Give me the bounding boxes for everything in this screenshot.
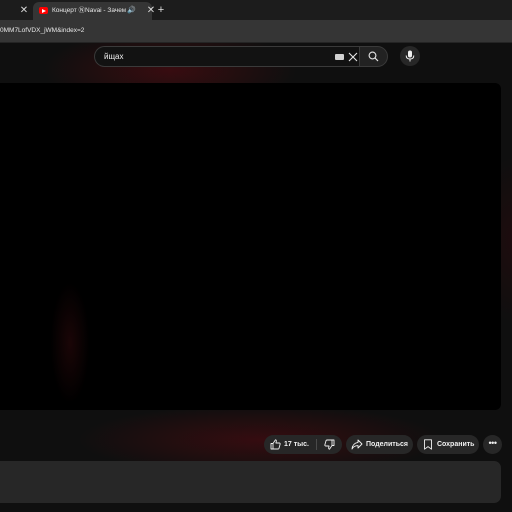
- more-icon: •••: [488, 438, 497, 448]
- new-tab-button[interactable]: +: [155, 4, 167, 16]
- voice-search-button[interactable]: [400, 46, 420, 66]
- video-player[interactable]: [0, 83, 501, 410]
- more-actions-button[interactable]: •••: [483, 435, 502, 454]
- page: ✕ Концерт ⓃNavai - Зачем 🔊 ✕ + 0MM7LofVD…: [0, 0, 512, 512]
- chrome-divider: [0, 42, 512, 43]
- search-input[interactable]: [104, 50, 304, 64]
- browser-tab-active[interactable]: Концерт ⓃNavai - Зачем 🔊 ✕: [33, 2, 155, 20]
- mic-icon: [405, 50, 415, 62]
- search-icon: [368, 51, 379, 62]
- thumbs-down-icon: [324, 439, 335, 450]
- dislike-button[interactable]: [317, 435, 342, 454]
- video-actions: 17 тыс. Поделиться Сохранить •••: [0, 435, 512, 455]
- url-text[interactable]: 0MM7LofVDX_jWM&index=2: [0, 25, 84, 37]
- keyboard-icon[interactable]: [335, 54, 344, 60]
- save-button[interactable]: Сохранить: [417, 435, 479, 454]
- save-label: Сохранить: [437, 441, 475, 448]
- search-button[interactable]: [359, 46, 388, 67]
- search-bar: [94, 46, 394, 67]
- youtube-favicon-icon: [39, 7, 48, 14]
- address-bar[interactable]: 0MM7LofVDX_jWM&index=2: [0, 20, 512, 42]
- like-dislike-group: 17 тыс.: [264, 435, 342, 454]
- share-label: Поделиться: [366, 441, 409, 448]
- like-button[interactable]: 17 тыс.: [264, 435, 316, 454]
- search-box[interactable]: [94, 46, 359, 67]
- thumbs-up-icon: [270, 439, 281, 450]
- save-icon: [424, 439, 432, 450]
- share-button[interactable]: Поделиться: [346, 435, 413, 454]
- like-count: 17 тыс.: [284, 441, 309, 448]
- tab-audio-icon[interactable]: 🔊: [127, 5, 137, 17]
- clear-icon[interactable]: [347, 51, 359, 63]
- browser-tab-strip: ✕ Концерт ⓃNavai - Зачем 🔊 ✕ +: [0, 0, 512, 20]
- video-frame-shadow: [30, 253, 100, 410]
- browser-tab-previous[interactable]: ✕: [0, 2, 33, 20]
- description-box[interactable]: [0, 461, 501, 503]
- share-icon: [351, 439, 363, 450]
- tab-close-icon[interactable]: ✕: [18, 5, 30, 17]
